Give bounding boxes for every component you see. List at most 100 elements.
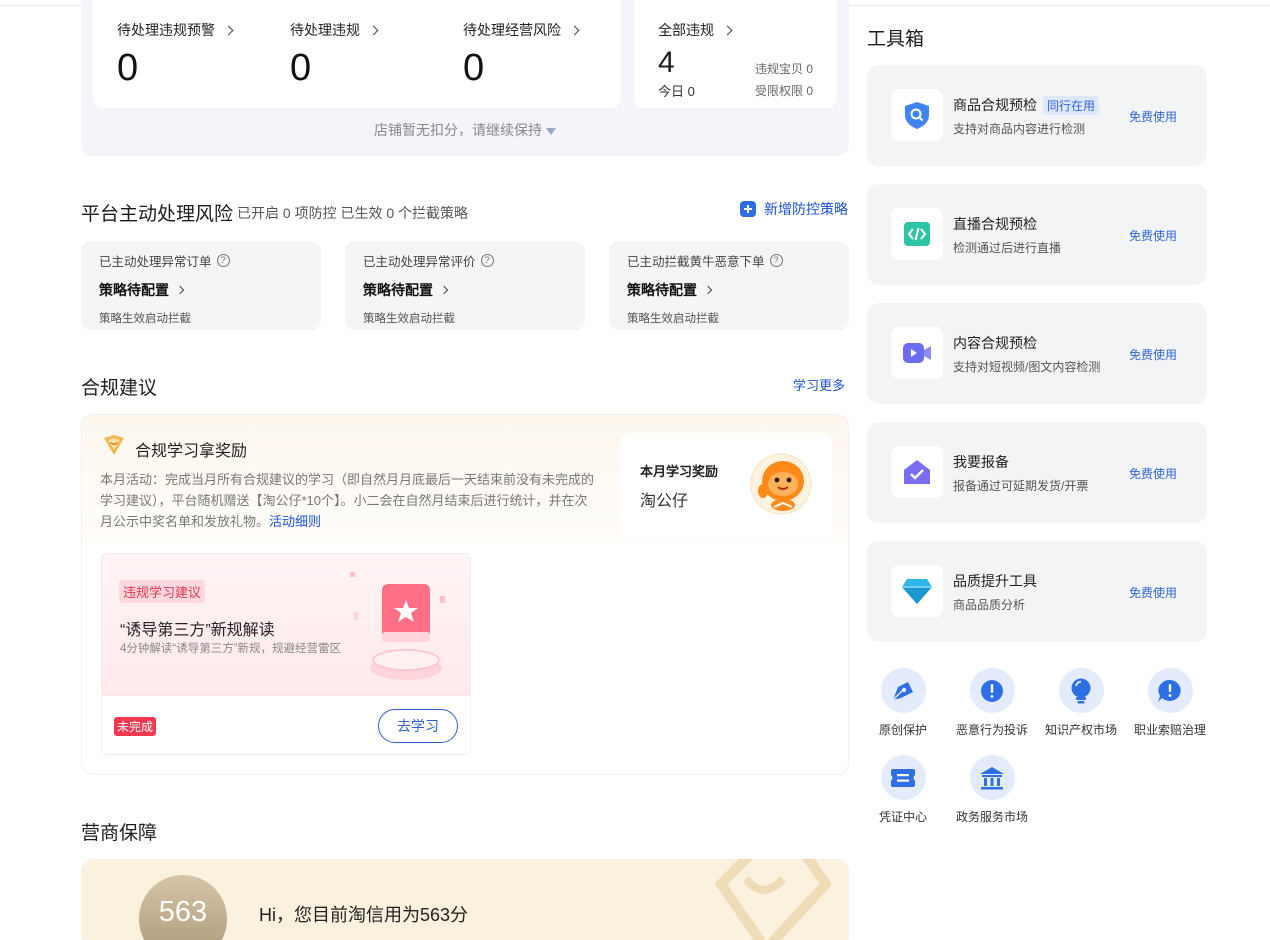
credit-score-value: 563 [158,896,208,928]
tool-name: 品质提升工具 [953,573,1037,589]
credit-score-badge: 563 [139,875,227,940]
chevron-right-icon [722,25,733,35]
tool-card-quality[interactable]: 品质提升工具 商品品质分析 免费使用 [867,541,1207,642]
status-badge: 未完成 [114,717,157,736]
chevron-right-icon [703,285,713,295]
lesson-tag: 违规学习建议 [119,580,206,603]
book-star-icon [350,572,445,680]
diamond-icon [891,565,943,617]
no-deduction-text: 店铺暂无扣分，请继续保持 [374,122,542,138]
learning-reward-title: 合规学习拿奖励 [135,443,248,460]
risk-card-orders[interactable]: 已主动处理异常订单? 策略待配置 策略生效启动拦截 [81,241,321,330]
tool-desc: 报备通过可延期发货/开票 [953,479,1089,493]
tool-desc: 支持对商品内容进行检测 [953,122,1086,136]
risk-card-reviews[interactable]: 已主动处理异常评价? 策略待配置 策略生效启动拦截 [345,241,585,330]
quick-link-label: 政务服务市场 [955,810,1028,824]
free-use-link[interactable]: 免费使用 [1129,465,1177,482]
plus-icon [740,201,756,217]
tool-name: 我要报备 [953,454,1009,470]
quick-link-gov-service[interactable]: 政务服务市场 [947,755,1037,825]
shield-search-icon [891,89,943,141]
caret-down-icon [546,127,556,135]
tool-name: 直播合规预检 [953,216,1037,232]
chevron-right-icon [439,285,449,295]
lesson-title: “诱导第三方”新规解读 [120,622,275,639]
pending-violation-stat[interactable]: 待处理违规 0 [290,20,379,90]
house-check-icon [891,446,943,498]
monthly-reward-label: 本月学习奖励 [640,464,719,479]
activity-description: 本月活动：完成当月所有合规建议的学习（即自然月月底最后一天结束前没有未完成的学习… [100,472,595,529]
medal-icon [104,435,124,455]
risk-card-label: 已主动拦截黄牛恶意下单 [627,255,765,269]
platform-risk-subtitle: 已开启 0 项防控 已生效 0 个拦截策略 [237,205,469,221]
pending-risk-stat[interactable]: 待处理经营风险 0 [463,20,580,90]
tool-desc: 检测通过后进行直播 [953,241,1062,255]
start-study-button[interactable]: 去学习 [378,709,458,743]
peer-usage-tag: 同行在用 [1043,95,1100,115]
quick-link-original-protection[interactable]: 原创保护 [858,668,948,738]
quick-link-label: 知识产权市场 [1044,723,1117,737]
free-use-link[interactable]: 免费使用 [1129,346,1177,363]
free-use-link[interactable]: 免费使用 [1129,108,1177,125]
monthly-reward-item: 淘公仔 [640,493,689,510]
today-violations: 今日 0 [658,84,695,99]
chevron-right-icon [569,25,580,35]
tool-card-report[interactable]: 我要报备 报备通过可延期发货/开票 免费使用 [867,422,1207,523]
toolbox-title: 工具箱 [867,29,925,50]
tool-card-product-check[interactable]: 商品合规预检 同行在用 支持对商品内容进行检测 免费使用 [867,65,1207,166]
risk-card-label: 已主动处理异常订单 [99,255,212,269]
risk-card-desc: 策略生效启动拦截 [99,313,191,325]
quick-link-claim-governance[interactable]: 职业索赔治理 [1125,668,1215,738]
all-violations-card[interactable]: 全部违规 4 今日 0 违规宝贝 0 受限权限 0 [634,0,837,108]
quick-link-voucher-center[interactable]: 凭证中心 [858,755,948,825]
pending-stats-card: 待处理违规预警 0 待处理违规 0 待处理经营风险 0 [93,0,621,108]
decorative-emblem-icon [714,859,831,940]
pending-violation-value: 0 [290,47,312,89]
risk-card-scalpers[interactable]: 已主动拦截黄牛恶意下单? 策略待配置 策略生效启动拦截 [609,241,849,330]
add-strategy-label: 新增防控策略 [764,201,848,217]
help-icon[interactable]: ? [769,254,783,267]
add-strategy-button[interactable]: 新增防控策略 [740,199,848,219]
platform-risk-title: 平台主动处理风险 [81,204,234,225]
tool-card-content-check[interactable]: 内容合规预检 支持对短视频/图文内容检测 免费使用 [867,303,1207,404]
code-icon [891,208,943,260]
pending-warning-stat[interactable]: 待处理违规预警 0 [117,20,234,90]
tool-name: 内容合规预检 [953,335,1037,351]
chevron-right-icon [368,25,379,35]
activity-rules-link[interactable]: 活动细则 [269,514,321,529]
pending-violation-label: 待处理违规 [290,22,360,38]
restricted-permissions-count: 受限权限 0 [754,84,813,98]
quick-link-ip-market[interactable]: 知识产权市场 [1036,668,1126,738]
business-guarantee-title: 营商保障 [81,823,158,844]
government-icon [969,755,1015,800]
risk-card-value: 策略待配置 [99,282,169,298]
chevron-right-icon [223,25,234,35]
violating-items-count: 违规宝贝 0 [754,62,813,76]
mascot-avatar [750,453,812,515]
learn-more-link[interactable]: 学习更多 [793,375,845,394]
no-deduction-note[interactable]: 店铺暂无扣分，请继续保持 [81,120,849,140]
risk-card-value: 策略待配置 [363,282,433,298]
tool-name: 商品合规预检 [953,97,1037,113]
quick-link-label: 原创保护 [878,723,927,737]
alert-chat-icon [1147,668,1193,713]
lesson-card[interactable]: 违规学习建议 “诱导第三方”新规解读 4分钟解读“诱导第三方”新规，规避经营雷区… [101,553,471,755]
learning-reward-banner: 合规学习拿奖励 本月活动：完成当月所有合规建议的学习（即自然月月底最后一天结束前… [82,415,848,543]
help-icon[interactable]: ? [480,254,494,267]
risk-card-desc: 策略生效启动拦截 [627,313,719,325]
help-icon[interactable]: ? [216,254,230,267]
tool-desc: 支持对短视频/图文内容检测 [953,360,1101,374]
pen-nib-icon [880,668,926,713]
pending-risk-label: 待处理经营风险 [463,22,561,38]
voucher-icon [880,755,926,800]
tool-card-live-check[interactable]: 直播合规预检 检测通过后进行直播 免费使用 [867,184,1207,285]
free-use-link[interactable]: 免费使用 [1129,227,1177,244]
violation-summary-panel: 待处理违规预警 0 待处理违规 0 待处理经营风险 0 全部违规 4 今日 0 … [81,0,849,156]
quick-link-label: 凭证中心 [878,810,927,824]
quick-link-malicious-complaint[interactable]: 恶意行为投诉 [947,668,1037,738]
chevron-right-icon [175,285,185,295]
all-violations-value: 4 [658,46,675,79]
free-use-link[interactable]: 免费使用 [1129,584,1177,601]
lesson-cover: 违规学习建议 “诱导第三方”新规解读 4分钟解读“诱导第三方”新规，规避经营雷区 [102,554,470,696]
learning-reward-text: 本月活动：完成当月所有合规建议的学习（即自然月月底最后一天结束前没有未完成的学习… [100,469,600,532]
